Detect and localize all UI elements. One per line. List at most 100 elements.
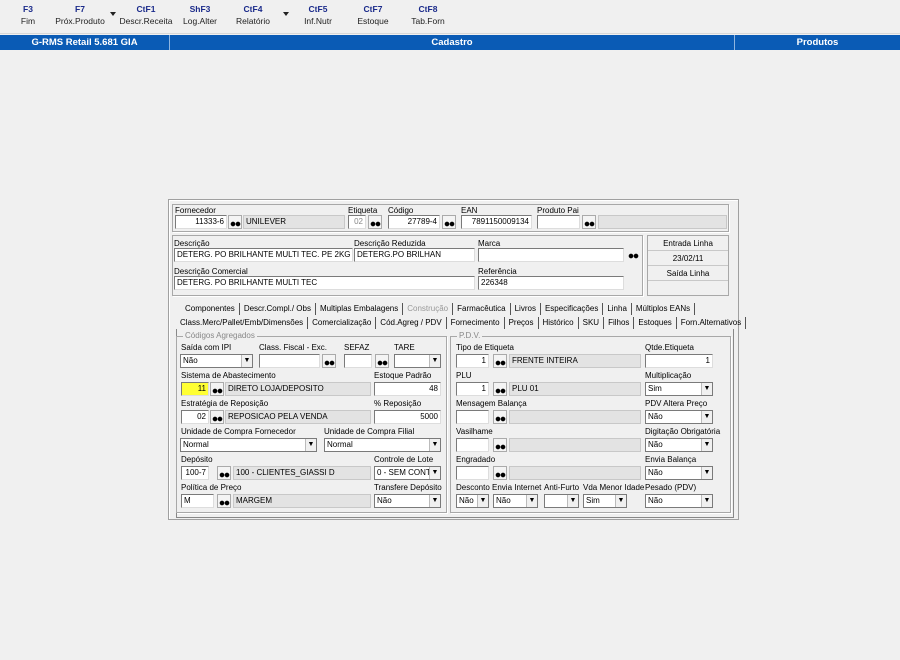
tab-sku[interactable]: SKU — [579, 317, 605, 329]
chevron-down-icon[interactable]: ▼ — [701, 411, 712, 423]
etiqueta-input[interactable]: 02 — [348, 215, 366, 229]
binoculars-search-icon[interactable] — [210, 382, 224, 396]
descricao-reduzida-input[interactable]: DETERG.PO BRILHAN — [354, 248, 475, 262]
inf-nutr-button[interactable]: CtF5 Inf.Nutr — [290, 4, 346, 26]
relatorio-button[interactable]: CtF4 Relatório — [225, 4, 281, 26]
engradado-input[interactable] — [456, 466, 489, 480]
un-compra-forn-select[interactable]: Normal ▼ — [180, 438, 317, 452]
prox-produto-button[interactable]: F7 Próx.Produto — [52, 4, 108, 26]
chevron-down-icon[interactable]: ▼ — [701, 439, 712, 451]
chevron-down-icon[interactable]: ▼ — [526, 495, 537, 507]
marca-input[interactable] — [478, 248, 624, 262]
tab-precos[interactable]: Preços — [505, 317, 539, 329]
tare-select[interactable]: ▼ — [394, 354, 441, 368]
log-alter-button[interactable]: ShF3 Log.Alter — [172, 4, 228, 26]
vasilhame-input[interactable] — [456, 438, 489, 452]
chevron-down-icon[interactable]: ▼ — [429, 355, 440, 367]
vda-menor-idade-select[interactable]: Sim ▼ — [583, 494, 627, 508]
chevron-down-icon[interactable]: ▼ — [701, 383, 712, 395]
binoculars-search-icon[interactable] — [493, 382, 507, 396]
saida-ipi-select[interactable]: Não ▼ — [180, 354, 253, 368]
fornecedor-code-input[interactable]: 11333-6 — [175, 215, 227, 229]
anti-furto-select[interactable]: ▼ — [544, 494, 579, 508]
button-label: Tab.Forn — [411, 16, 445, 26]
pct-reposicao-input[interactable]: 5000 — [374, 410, 441, 424]
codigo-input[interactable]: 27789-4 — [388, 215, 440, 229]
chevron-down-icon[interactable]: ▼ — [701, 467, 712, 479]
tipo-etiqueta-input[interactable]: 1 — [456, 354, 489, 368]
tab-class-merc[interactable]: Class.Merc/Pallet/Emb/Dimensões — [176, 317, 309, 329]
binoculars-search-icon[interactable] — [217, 494, 231, 508]
binoculars-search-icon[interactable] — [368, 215, 382, 229]
tab-livros[interactable]: Livros — [511, 303, 541, 315]
chevron-down-icon[interactable]: ▼ — [567, 495, 578, 507]
chevron-down-icon[interactable]: ▼ — [477, 495, 488, 507]
estoque-padrao-input[interactable]: 48 — [374, 382, 441, 396]
chevron-down-icon[interactable]: ▼ — [429, 467, 440, 479]
selected-value: Não — [648, 496, 663, 505]
tab-especificacoes[interactable]: Especificações — [541, 303, 604, 315]
chevron-down-icon[interactable]: ▼ — [241, 355, 252, 367]
mensagem-balanca-input[interactable] — [456, 410, 489, 424]
binoculars-search-icon[interactable] — [493, 466, 507, 480]
chevron-down-icon[interactable]: ▼ — [429, 495, 440, 507]
un-compra-filial-select[interactable]: Normal ▼ — [324, 438, 441, 452]
tab-forn-alternativos[interactable]: Forn.Alternativos — [677, 317, 747, 329]
envia-balanca-select[interactable]: Não ▼ — [645, 466, 713, 480]
binoculars-search-icon[interactable] — [375, 354, 389, 368]
chevron-down-icon[interactable]: ▼ — [615, 495, 626, 507]
binoculars-search-icon[interactable] — [217, 466, 231, 480]
sefaz-input[interactable] — [344, 354, 372, 368]
tab-cod-agreg-pdv[interactable]: Cód.Agreg / PDV — [376, 317, 447, 329]
binoculars-search-icon[interactable] — [210, 410, 224, 424]
digitacao-select[interactable]: Não ▼ — [645, 438, 713, 452]
tab-filhos[interactable]: Filhos — [604, 317, 635, 329]
binoculars-search-icon[interactable] — [442, 215, 456, 229]
chevron-down-icon[interactable]: ▼ — [701, 495, 712, 507]
tab-linha[interactable]: Linha — [603, 303, 632, 315]
binoculars-search-icon[interactable] — [493, 438, 507, 452]
binoculars-search-icon[interactable] — [582, 215, 596, 229]
tab-fornecimento[interactable]: Fornecimento — [447, 317, 505, 329]
controle-lote-select[interactable]: 0 - SEM CONTR ▼ — [374, 466, 441, 480]
altera-preco-select[interactable]: Não ▼ — [645, 410, 713, 424]
chevron-down-icon[interactable]: ▼ — [305, 439, 316, 451]
tab-comercializacao[interactable]: Comercialização — [308, 317, 377, 329]
chevron-down-icon[interactable] — [283, 12, 289, 16]
binoculars-search-icon[interactable] — [322, 354, 336, 368]
descricao-input[interactable]: DETERG. PO BRILHANTE MULTI TEC. PE 2KG — [174, 248, 353, 262]
tab-multiplas-embalagens[interactable]: Multiplas Embalagens — [316, 303, 404, 315]
tab-componentes[interactable]: Componentes — [181, 303, 240, 315]
binoculars-search-icon[interactable] — [493, 410, 507, 424]
politica-code-input[interactable]: M — [181, 494, 214, 508]
chevron-down-icon[interactable]: ▼ — [429, 439, 440, 451]
pesado-select[interactable]: Não ▼ — [645, 494, 713, 508]
envia-internet-select[interactable]: Não ▼ — [493, 494, 538, 508]
plu-input[interactable]: 1 — [456, 382, 489, 396]
desconto-select[interactable]: Não ▼ — [456, 494, 489, 508]
sistema-code-input[interactable]: 11 — [181, 382, 209, 396]
binoculars-search-icon[interactable] — [228, 215, 242, 229]
chevron-down-icon[interactable] — [110, 12, 116, 16]
tab-multiplos-eans[interactable]: Múltiplos EANs — [632, 303, 696, 315]
qtde-etiqueta-input[interactable]: 1 — [645, 354, 713, 368]
tab-historico[interactable]: Histórico — [539, 317, 579, 329]
binoculars-search-icon[interactable] — [627, 248, 641, 262]
referencia-input[interactable]: 226348 — [478, 276, 624, 290]
binoculars-search-icon[interactable] — [493, 354, 507, 368]
descricao-comercial-input[interactable]: DETERG. PO BRILHANTE MULTI TEC — [174, 276, 475, 290]
class-fiscal-input[interactable] — [259, 354, 320, 368]
descr-receita-button[interactable]: CtF1 Descr.Receita — [118, 4, 174, 26]
deposito-code-input[interactable]: 100-7 — [181, 466, 209, 480]
tab-descr-compl[interactable]: Descr.Compl./ Obs — [240, 303, 316, 315]
tab-farmaceutica[interactable]: Farmacêutica — [453, 303, 511, 315]
ean-input[interactable]: 7891150009134 — [461, 215, 532, 229]
tab-forn-button[interactable]: CtF8 Tab.Forn — [400, 4, 456, 26]
multiplicacao-select[interactable]: Sim ▼ — [645, 382, 713, 396]
produto-pai-input[interactable] — [537, 215, 580, 229]
transfere-select[interactable]: Não ▼ — [374, 494, 441, 508]
fim-button[interactable]: F3 Fim — [0, 4, 56, 26]
estoque-button[interactable]: CtF7 Estoque — [345, 4, 401, 26]
tab-estoques[interactable]: Estoques — [634, 317, 677, 329]
estrategia-code-input[interactable]: 02 — [181, 410, 209, 424]
